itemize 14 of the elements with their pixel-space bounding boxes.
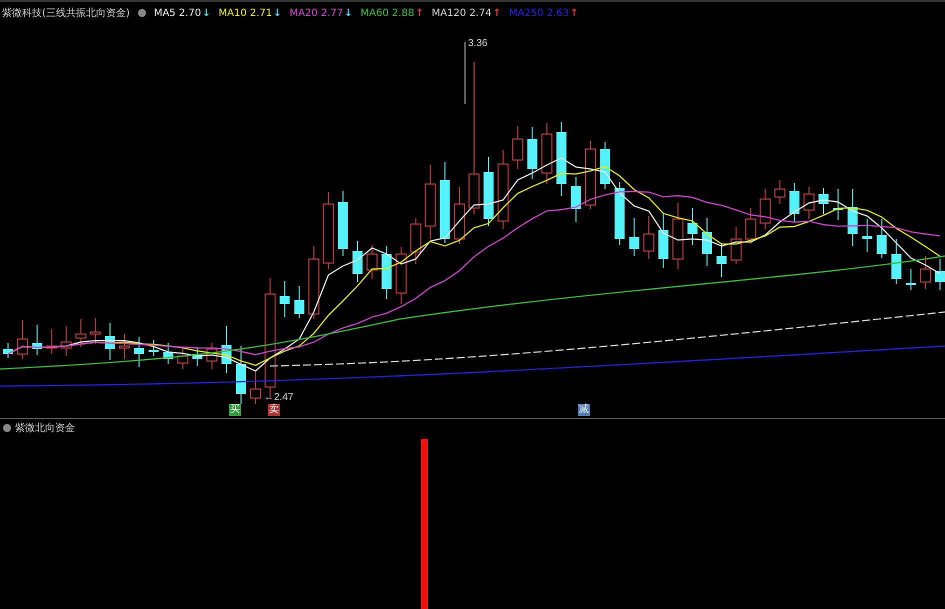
moving-average-legend: MA10 2.71↓	[218, 8, 282, 18]
signal-tag: 卖	[268, 404, 280, 416]
moving-average-legend: MA60 2.88↑	[360, 8, 424, 18]
settings-dot-icon[interactable]	[3, 424, 11, 432]
moving-average-legend: MA5 2.70↓	[154, 8, 210, 18]
indicator-title: 紫微北向资金	[15, 422, 75, 435]
moving-average-legend: MA20 2.77↓	[290, 8, 353, 18]
signal-tag: 买	[229, 404, 241, 416]
settings-dot-icon[interactable]	[138, 9, 146, 17]
low-price-label: ←2.47	[264, 392, 294, 403]
signal-tag: 减	[578, 404, 590, 416]
moving-average-legend: MA250 2.63↑	[508, 8, 578, 18]
moving-average-legend: MA120 2.74↑	[432, 8, 501, 18]
indicator-title: 紫微科技(三线共振北向资金)	[2, 6, 130, 20]
